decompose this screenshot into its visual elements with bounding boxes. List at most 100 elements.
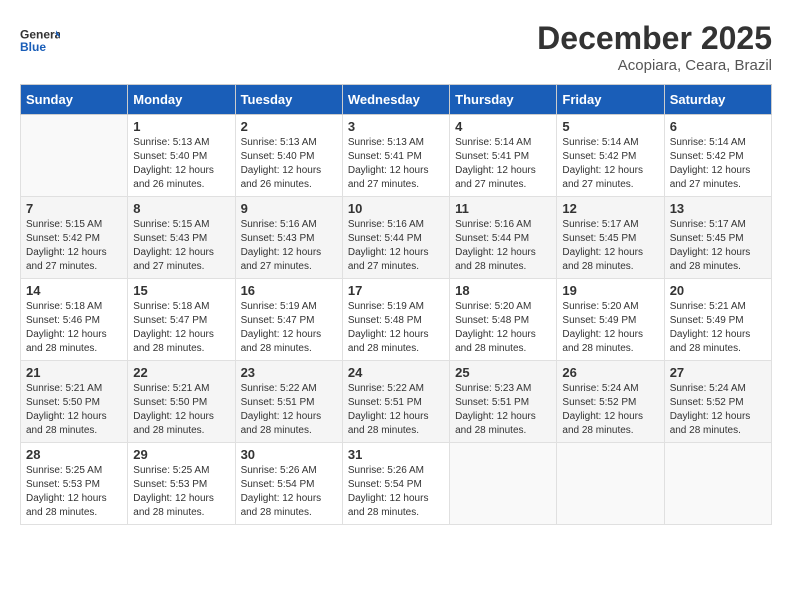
calendar-cell: 27 Sunrise: 5:24 AMSunset: 5:52 PMDayligh… bbox=[664, 361, 771, 443]
logo-svg: General Blue bbox=[20, 20, 60, 60]
calendar-cell: 10 Sunrise: 5:16 AMSunset: 5:44 PMDayligh… bbox=[342, 197, 449, 279]
day-number: 1 bbox=[133, 119, 229, 134]
calendar-cell: 5 Sunrise: 5:14 AMSunset: 5:42 PMDaylight… bbox=[557, 115, 664, 197]
day-info: Sunrise: 5:20 AMSunset: 5:48 PMDaylight:… bbox=[455, 300, 551, 356]
day-info: Sunrise: 5:26 AMSunset: 5:54 PMDaylight:… bbox=[348, 464, 444, 520]
calendar-week-5: 28 Sunrise: 5:25 AMSunset: 5:53 PMDayligh… bbox=[21, 443, 772, 525]
calendar-cell: 29 Sunrise: 5:25 AMSunset: 5:53 PMDayligh… bbox=[128, 443, 235, 525]
calendar-cell: 15 Sunrise: 5:18 AMSunset: 5:47 PMDayligh… bbox=[128, 279, 235, 361]
calendar-cell: 9Sunrise: 5:16 AMSunset: 5:43 PMDaylight… bbox=[235, 197, 342, 279]
day-number: 15 bbox=[133, 283, 229, 298]
day-info: Sunrise: 5:13 AMSunset: 5:41 PMDaylight:… bbox=[348, 136, 444, 192]
day-number: 10 bbox=[348, 201, 444, 216]
calendar-cell: 7Sunrise: 5:15 AMSunset: 5:42 PMDaylight… bbox=[21, 197, 128, 279]
day-number: 31 bbox=[348, 447, 444, 462]
day-number: 22 bbox=[133, 365, 229, 380]
day-info: Sunrise: 5:20 AMSunset: 5:49 PMDaylight:… bbox=[562, 300, 658, 356]
day-number: 23 bbox=[241, 365, 337, 380]
day-number: 9 bbox=[241, 201, 337, 216]
day-number: 11 bbox=[455, 201, 551, 216]
calendar-cell: 17 Sunrise: 5:19 AMSunset: 5:48 PMDayligh… bbox=[342, 279, 449, 361]
day-info: Sunrise: 5:19 AMSunset: 5:48 PMDaylight:… bbox=[348, 300, 444, 356]
day-info: Sunrise: 5:16 AMSunset: 5:44 PMDaylight:… bbox=[455, 218, 551, 274]
day-info: Sunrise: 5:16 AMSunset: 5:44 PMDaylight:… bbox=[348, 218, 444, 274]
day-info: Sunrise: 5:22 AMSunset: 5:51 PMDaylight:… bbox=[348, 382, 444, 438]
location: Acopiara, Ceara, Brazil bbox=[537, 57, 772, 74]
day-info: Sunrise: 5:14 AMSunset: 5:42 PMDaylight:… bbox=[562, 136, 658, 192]
month-title: December 2025 bbox=[537, 20, 772, 57]
day-info: Sunrise: 5:15 AMSunset: 5:43 PMDaylight:… bbox=[133, 218, 229, 274]
calendar-cell: 12 Sunrise: 5:17 AMSunset: 5:45 PMDayligh… bbox=[557, 197, 664, 279]
header-monday: Monday bbox=[128, 85, 235, 115]
day-number: 21 bbox=[26, 365, 122, 380]
calendar-cell: 31 Sunrise: 5:26 AMSunset: 5:54 PMDayligh… bbox=[342, 443, 449, 525]
day-number: 29 bbox=[133, 447, 229, 462]
day-info: Sunrise: 5:17 AMSunset: 5:45 PMDaylight:… bbox=[670, 218, 766, 274]
calendar-cell: 18 Sunrise: 5:20 AMSunset: 5:48 PMDayligh… bbox=[450, 279, 557, 361]
calendar-week-1: 1 Sunrise: 5:13 AMSunset: 5:40 PMDaylight… bbox=[21, 115, 772, 197]
header-sunday: Sunday bbox=[21, 85, 128, 115]
calendar-cell: 4 Sunrise: 5:14 AMSunset: 5:41 PMDaylight… bbox=[450, 115, 557, 197]
day-info: Sunrise: 5:17 AMSunset: 5:45 PMDaylight:… bbox=[562, 218, 658, 274]
day-info: Sunrise: 5:24 AMSunset: 5:52 PMDaylight:… bbox=[670, 382, 766, 438]
calendar-cell: 1 Sunrise: 5:13 AMSunset: 5:40 PMDaylight… bbox=[128, 115, 235, 197]
day-number: 25 bbox=[455, 365, 551, 380]
calendar-cell: 13 Sunrise: 5:17 AMSunset: 5:45 PMDayligh… bbox=[664, 197, 771, 279]
day-number: 27 bbox=[670, 365, 766, 380]
logo: General Blue bbox=[20, 20, 60, 60]
day-number: 5 bbox=[562, 119, 658, 134]
day-number: 26 bbox=[562, 365, 658, 380]
day-number: 18 bbox=[455, 283, 551, 298]
header-saturday: Saturday bbox=[664, 85, 771, 115]
calendar-cell: 30 Sunrise: 5:26 AMSunset: 5:54 PMDayligh… bbox=[235, 443, 342, 525]
calendar-cell bbox=[557, 443, 664, 525]
calendar-cell: 2 Sunrise: 5:13 AMSunset: 5:40 PMDaylight… bbox=[235, 115, 342, 197]
day-number: 28 bbox=[26, 447, 122, 462]
day-number: 13 bbox=[670, 201, 766, 216]
day-number: 2 bbox=[241, 119, 337, 134]
svg-text:General: General bbox=[20, 27, 60, 41]
day-number: 12 bbox=[562, 201, 658, 216]
day-number: 30 bbox=[241, 447, 337, 462]
calendar-cell: 3Sunrise: 5:13 AMSunset: 5:41 PMDaylight… bbox=[342, 115, 449, 197]
calendar-cell: 20 Sunrise: 5:21 AMSunset: 5:49 PMDayligh… bbox=[664, 279, 771, 361]
calendar-table: SundayMondayTuesdayWednesdayThursdayFrid… bbox=[20, 84, 772, 525]
header-wednesday: Wednesday bbox=[342, 85, 449, 115]
day-info: Sunrise: 5:25 AMSunset: 5:53 PMDaylight:… bbox=[133, 464, 229, 520]
header-tuesday: Tuesday bbox=[235, 85, 342, 115]
calendar-cell: 22Sunrise: 5:21 AMSunset: 5:50 PMDayligh… bbox=[128, 361, 235, 443]
calendar-cell: 6 Sunrise: 5:14 AMSunset: 5:42 PMDaylight… bbox=[664, 115, 771, 197]
day-info: Sunrise: 5:13 AMSunset: 5:40 PMDaylight:… bbox=[133, 136, 229, 192]
calendar-cell: 21Sunrise: 5:21 AMSunset: 5:50 PMDayligh… bbox=[21, 361, 128, 443]
calendar-cell: 25 Sunrise: 5:23 AMSunset: 5:51 PMDayligh… bbox=[450, 361, 557, 443]
calendar-cell: 26 Sunrise: 5:24 AMSunset: 5:52 PMDayligh… bbox=[557, 361, 664, 443]
day-info: Sunrise: 5:22 AMSunset: 5:51 PMDaylight:… bbox=[241, 382, 337, 438]
day-info: Sunrise: 5:13 AMSunset: 5:40 PMDaylight:… bbox=[241, 136, 337, 192]
svg-text:Blue: Blue bbox=[20, 40, 46, 54]
day-number: 17 bbox=[348, 283, 444, 298]
day-info: Sunrise: 5:24 AMSunset: 5:52 PMDaylight:… bbox=[562, 382, 658, 438]
day-number: 4 bbox=[455, 119, 551, 134]
day-number: 19 bbox=[562, 283, 658, 298]
day-number: 20 bbox=[670, 283, 766, 298]
calendar-cell bbox=[21, 115, 128, 197]
day-number: 6 bbox=[670, 119, 766, 134]
calendar-cell: 19 Sunrise: 5:20 AMSunset: 5:49 PMDayligh… bbox=[557, 279, 664, 361]
calendar-week-2: 7Sunrise: 5:15 AMSunset: 5:42 PMDaylight… bbox=[21, 197, 772, 279]
day-info: Sunrise: 5:18 AMSunset: 5:47 PMDaylight:… bbox=[133, 300, 229, 356]
calendar-week-4: 21Sunrise: 5:21 AMSunset: 5:50 PMDayligh… bbox=[21, 361, 772, 443]
calendar-week-3: 14 Sunrise: 5:18 AMSunset: 5:46 PMDayligh… bbox=[21, 279, 772, 361]
calendar-cell bbox=[664, 443, 771, 525]
day-info: Sunrise: 5:26 AMSunset: 5:54 PMDaylight:… bbox=[241, 464, 337, 520]
calendar-cell: 24Sunrise: 5:22 AMSunset: 5:51 PMDayligh… bbox=[342, 361, 449, 443]
day-info: Sunrise: 5:21 AMSunset: 5:49 PMDaylight:… bbox=[670, 300, 766, 356]
calendar-cell: 23 Sunrise: 5:22 AMSunset: 5:51 PMDayligh… bbox=[235, 361, 342, 443]
day-info: Sunrise: 5:25 AMSunset: 5:53 PMDaylight:… bbox=[26, 464, 122, 520]
calendar-cell: 28 Sunrise: 5:25 AMSunset: 5:53 PMDayligh… bbox=[21, 443, 128, 525]
day-info: Sunrise: 5:23 AMSunset: 5:51 PMDaylight:… bbox=[455, 382, 551, 438]
day-info: Sunrise: 5:18 AMSunset: 5:46 PMDaylight:… bbox=[26, 300, 122, 356]
day-number: 14 bbox=[26, 283, 122, 298]
day-info: Sunrise: 5:14 AMSunset: 5:42 PMDaylight:… bbox=[670, 136, 766, 192]
calendar-cell: 8Sunrise: 5:15 AMSunset: 5:43 PMDaylight… bbox=[128, 197, 235, 279]
day-info: Sunrise: 5:14 AMSunset: 5:41 PMDaylight:… bbox=[455, 136, 551, 192]
